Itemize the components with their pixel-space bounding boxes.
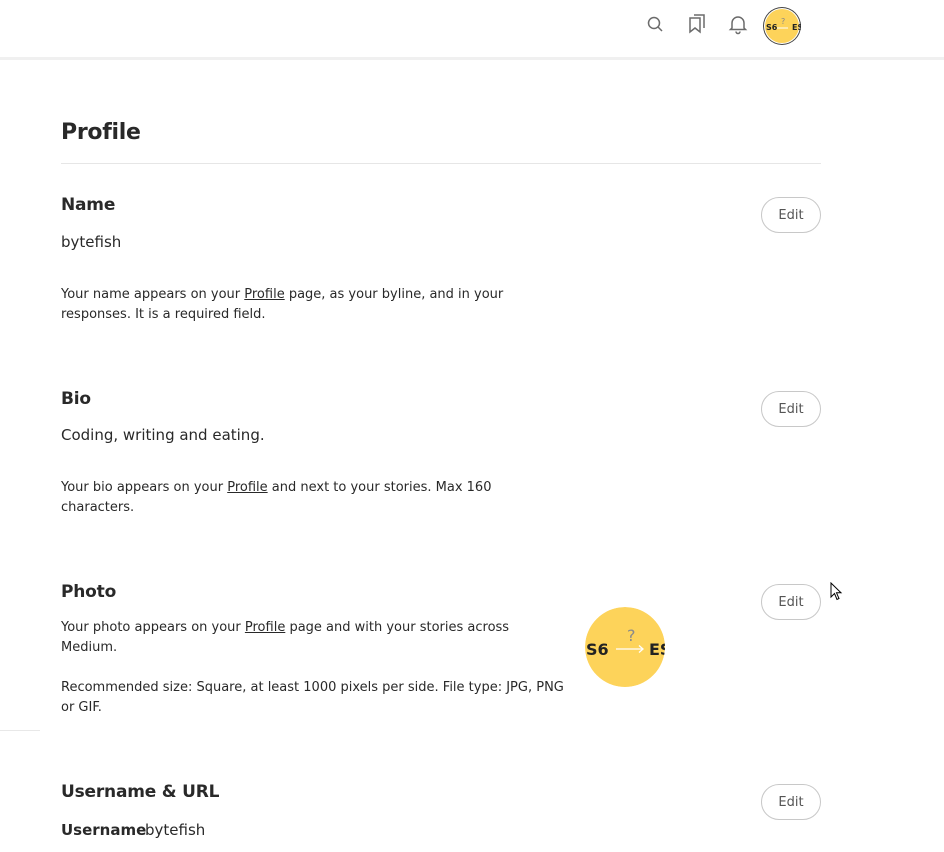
edit-name-button[interactable]: Edit xyxy=(761,197,821,233)
avatar-mark: ? xyxy=(781,17,785,26)
top-navbar: S6 ES ? xyxy=(0,0,944,60)
edit-photo-button[interactable]: Edit xyxy=(761,584,821,620)
username-label: Username xyxy=(61,821,147,839)
avatar-left-text: S6 xyxy=(766,23,778,32)
photo-description: Your photo appears on your Profile page … xyxy=(61,620,510,655)
edit-username-button[interactable]: Edit xyxy=(761,784,821,820)
name-description: Your name appears on your Profile page, … xyxy=(61,287,504,322)
photo-left-text: S6 xyxy=(586,640,609,659)
photo-mark: ? xyxy=(627,626,636,645)
profile-photo[interactable]: S6 ES ? xyxy=(585,607,665,687)
username-section-title: Username & URL xyxy=(61,782,220,802)
user-avatar[interactable]: S6 ES ? xyxy=(763,7,801,45)
edit-bio-button[interactable]: Edit xyxy=(761,391,821,427)
photo-section-title: Photo xyxy=(61,582,117,602)
bell-icon[interactable] xyxy=(726,12,750,36)
name-value: bytefish xyxy=(61,233,122,251)
photo-recommendation: Recommended size: Square, at least 1000 … xyxy=(61,680,564,715)
page-title: Profile xyxy=(61,120,141,145)
avatar-right-text: ES xyxy=(792,23,801,32)
profile-link[interactable]: Profile xyxy=(244,287,284,302)
mouse-cursor-icon xyxy=(830,581,844,602)
name-section-title: Name xyxy=(61,195,116,215)
profile-link[interactable]: Profile xyxy=(245,620,285,635)
bio-value: Coding, writing and eating. xyxy=(61,426,265,444)
bookmarks-icon[interactable] xyxy=(685,12,709,36)
profile-link[interactable]: Profile xyxy=(227,480,267,495)
title-divider xyxy=(61,163,821,164)
side-divider xyxy=(0,730,40,731)
bio-section-title: Bio xyxy=(61,389,91,409)
photo-right-text: ES xyxy=(649,640,665,659)
bio-description: Your bio appears on your Profile and nex… xyxy=(61,480,492,515)
search-icon[interactable] xyxy=(643,12,667,36)
username-value: bytefish xyxy=(145,821,206,839)
